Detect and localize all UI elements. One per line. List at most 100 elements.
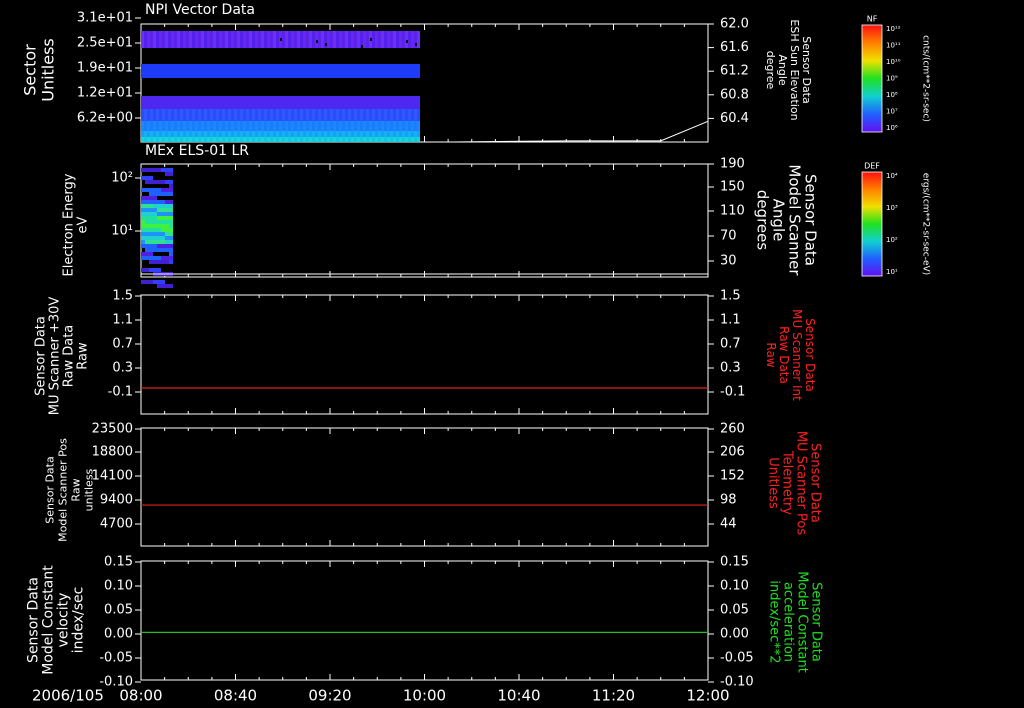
- npi-cell: [225, 31, 228, 48]
- npi-cell: [342, 131, 345, 137]
- npi-cell: [300, 96, 303, 109]
- npi-cell: [384, 64, 387, 78]
- x-axis-date: 2006/105: [32, 687, 104, 705]
- npi-cell: [339, 64, 342, 78]
- npi-cell: [204, 31, 207, 48]
- npi-cell: [276, 64, 279, 78]
- els-cell: [161, 204, 165, 208]
- npi-cell: [177, 64, 180, 78]
- els-cell: [165, 220, 169, 224]
- els-cell: [157, 188, 161, 192]
- npi-cell: [192, 137, 195, 142]
- npi-cell: [303, 137, 306, 142]
- npi-cell: [147, 64, 150, 78]
- npi-cell: [402, 109, 405, 121]
- colorbar-2: DEF 10⁴ 10³ 10² 10¹ ergs/(cm**2-sr-sec-eV): [861, 162, 931, 277]
- npi-cell: [186, 64, 189, 78]
- npi-cell: [171, 137, 174, 142]
- els-cell: [141, 196, 145, 200]
- npi-cell: [252, 121, 255, 131]
- npi-cell: [285, 31, 288, 48]
- npi-cell: [297, 137, 300, 142]
- npi-cell: [381, 96, 384, 109]
- npi-cell: [384, 96, 387, 109]
- npi-cell: [252, 64, 255, 78]
- npi-cell: [273, 121, 276, 131]
- y-tick-label-right: -0.05: [720, 651, 754, 666]
- npi-cell: [213, 96, 216, 109]
- npi-cell: [309, 31, 312, 48]
- npi-cell: [348, 31, 351, 48]
- els-cell: [149, 224, 153, 228]
- npi-cell: [375, 31, 378, 48]
- npi-cell: [237, 64, 240, 78]
- els-cell: [161, 188, 165, 192]
- npi-cell: [156, 137, 159, 142]
- npi-cell: [285, 121, 288, 131]
- npi-cell: [195, 131, 198, 137]
- npi-cell: [327, 31, 330, 48]
- els-cell: [145, 224, 149, 228]
- npi-cell: [249, 121, 252, 131]
- npi-cell: [216, 131, 219, 137]
- npi-cell: [216, 121, 219, 131]
- els-cell: [161, 284, 165, 288]
- npi-cell: [318, 137, 321, 142]
- npi-cell: [270, 109, 273, 121]
- els-cell: [145, 188, 149, 192]
- els-cell: [145, 216, 149, 220]
- els-cell: [165, 204, 169, 208]
- npi-cell: [369, 96, 372, 109]
- npi-cell: [285, 109, 288, 121]
- npi-cell: [321, 137, 324, 142]
- npi-cell: [399, 96, 402, 109]
- els-cell: [161, 212, 165, 216]
- npi-cell: [141, 31, 144, 48]
- npi-cell: [177, 131, 180, 137]
- panel-3-right-axis-label: MU Scanner Int: [790, 309, 804, 401]
- npi-cell: [153, 109, 156, 121]
- npi-cell: [180, 137, 183, 142]
- npi-cell: [405, 31, 408, 48]
- npi-cell: [330, 137, 333, 142]
- npi-cell: [216, 109, 219, 121]
- panel-5-left-axis-label: velocity: [56, 593, 72, 648]
- npi-cell: [288, 31, 291, 48]
- npi-cell: [261, 96, 264, 109]
- npi-cell: [282, 137, 285, 142]
- npi-cell: [213, 121, 216, 131]
- npi-cell: [390, 96, 393, 109]
- npi-cell: [393, 96, 396, 109]
- npi-cell: [276, 109, 279, 121]
- npi-cell: [213, 64, 216, 78]
- els-cell: [145, 248, 149, 252]
- npi-cell: [381, 137, 384, 142]
- npi-cell: [231, 131, 234, 137]
- els-cell: [149, 280, 153, 284]
- npi-cell: [366, 31, 369, 48]
- npi-cell: [165, 31, 168, 48]
- els-cell: [165, 228, 169, 232]
- npi-cell: [396, 64, 399, 78]
- npi-cell: [156, 131, 159, 137]
- npi-cell: [267, 31, 270, 48]
- panel-5-left-axis-label: Model Constant: [41, 565, 57, 675]
- npi-cell: [390, 64, 393, 78]
- els-cell: [169, 232, 173, 236]
- els-cell: [165, 224, 169, 228]
- npi-cell: [279, 64, 282, 78]
- npi-cell: [252, 31, 255, 48]
- npi-cell: [315, 109, 318, 121]
- npi-cell: [141, 109, 144, 121]
- els-cell: [153, 204, 157, 208]
- y-tick-label-right: 110: [720, 204, 745, 219]
- npi-cell: [204, 121, 207, 131]
- npi-cell: [162, 96, 165, 109]
- npi-cell: [339, 31, 342, 48]
- panel-5-frame: [140, 560, 709, 681]
- npi-cell: [189, 64, 192, 78]
- npi-cell: [141, 131, 144, 137]
- npi-cell: [225, 131, 228, 137]
- npi-cell: [219, 64, 222, 78]
- els-cell: [149, 220, 153, 224]
